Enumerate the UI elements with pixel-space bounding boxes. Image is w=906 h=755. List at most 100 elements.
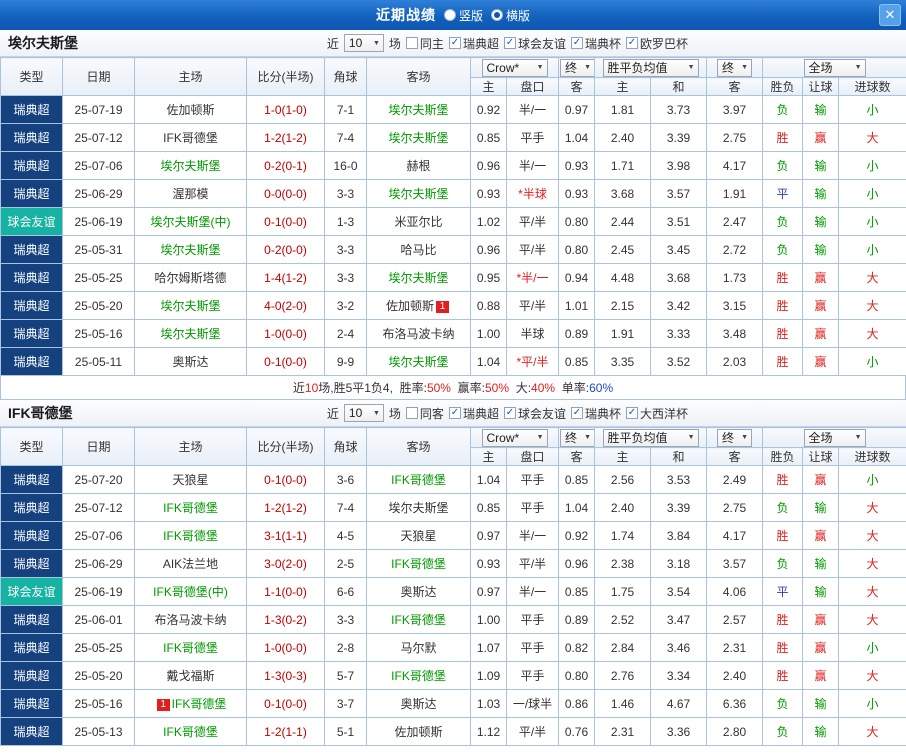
handicap-home-odds-cell: 1.12 <box>470 717 507 746</box>
league-filter-checkbox[interactable]: ✓ 瑞典杯 <box>570 35 621 52</box>
column-subheader: 盘口 <box>506 77 559 96</box>
date-cell: 25-06-29 <box>62 549 135 578</box>
match-row: 瑞典超 25-05-20 戴戈福斯 1-3(0-3) 5-7 IFK哥德堡 1.09 平手 0.… <box>0 661 906 690</box>
away-team-cell: IFK哥德堡 <box>366 549 471 578</box>
final-odds-select[interactable]: 终 ▼ <box>560 428 594 447</box>
checkbox-label: 欧罗巴杯 <box>639 36 688 51</box>
avg-draw-odds-cell: 3.46 <box>650 633 707 662</box>
bookmaker-select[interactable]: Crow* ▼ <box>481 58 548 77</box>
avg-draw-odds-cell: 3.39 <box>650 123 707 152</box>
bookmaker-select[interactable]: Crow* ▼ <box>481 428 548 447</box>
score-cell: 1-0(1-0) <box>246 95 325 124</box>
match-row: 球会友谊 25-06-19 埃尔夫斯堡(中) 0-1(0-0) 1-3 米亚尔比 1.02 平… <box>0 207 906 236</box>
home-team-name: 埃尔夫斯堡 <box>160 159 221 173</box>
column-subheader: 胜负 <box>762 447 803 466</box>
handicap-away-odds-cell: 0.80 <box>558 207 595 236</box>
league-filter-checkbox[interactable]: ✓ 欧罗巴杯 <box>625 35 688 52</box>
handicap-line-cell: *半/一 <box>506 263 559 292</box>
handicap-away-odds-cell: 0.97 <box>558 95 595 124</box>
handicap-home-odds-cell: 0.85 <box>470 493 507 522</box>
column-subheader: 让球 <box>802 77 839 96</box>
away-team-name: 布洛马波卡纳 <box>382 327 455 341</box>
recent-count-select[interactable]: 10 ▼ <box>343 34 384 52</box>
league-filter-checkbox[interactable]: ✓ 瑞典杯 <box>570 405 621 422</box>
avg-odds-header: 胜平负均值 ▼ <box>594 427 707 448</box>
handicap-home-odds-cell: 0.92 <box>470 95 507 124</box>
dropdown-arrow-icon: ▼ <box>687 434 695 441</box>
result-cell: 负 <box>762 493 803 522</box>
result-cell: 胜 <box>762 263 803 292</box>
handicap-home-odds-cell: 0.85 <box>470 123 507 152</box>
date-cell: 25-06-19 <box>62 207 135 236</box>
handicap-line-cell: 平/半 <box>506 717 559 746</box>
radio-unselected-icon <box>443 9 456 21</box>
league-filter-checkbox[interactable]: ✓ 大西洋杯 <box>625 405 688 422</box>
home-team-cell: 埃尔夫斯堡 <box>134 291 247 320</box>
checkbox-checked-icon: ✓ <box>448 407 461 419</box>
avg-home-odds-cell: 2.15 <box>594 291 651 320</box>
handicap-home-odds-cell: 1.04 <box>470 465 507 494</box>
home-team-cell: 天狼星 <box>134 465 247 494</box>
handicap-home-odds-cell: 0.93 <box>470 549 507 578</box>
final-odds-select[interactable]: 终 ▼ <box>560 58 594 77</box>
avg-draw-odds-cell: 3.57 <box>650 179 707 208</box>
home-team-cell: 戴戈福斯 <box>134 661 247 690</box>
team-name: 埃尔夫斯堡 <box>8 35 78 51</box>
handicap-line-cell: 半/一 <box>506 151 559 180</box>
league-filter-checkbox[interactable]: ✓ 瑞典超 <box>448 405 499 422</box>
scope-select[interactable]: 全场 ▼ <box>803 428 866 447</box>
away-team-cell: 佐加顿斯 1 <box>366 291 471 320</box>
home-team-cell: 埃尔夫斯堡 <box>134 235 247 264</box>
checkbox-label: 球会友谊 <box>517 36 566 51</box>
handicap-away-odds-cell: 0.96 <box>558 549 595 578</box>
result-cell: 负 <box>762 151 803 180</box>
handicap-line-cell: 平手 <box>506 123 559 152</box>
league-cell: 球会友谊 <box>0 577 63 606</box>
final-avg-select[interactable]: 终 ▼ <box>717 428 752 447</box>
recent-count-select[interactable]: 10 ▼ <box>343 404 384 422</box>
home-team-name: 佐加顿斯 <box>166 103 215 117</box>
same-venue-checkbox[interactable]: 同客 <box>405 405 444 422</box>
away-team-cell: 天狼星 <box>366 521 471 550</box>
layout-horizontal-radio[interactable]: 横版 <box>491 7 530 24</box>
match-row: 瑞典超 25-06-01 布洛马波卡纳 1-3(0-2) 3-3 IFK哥德堡 1.00 平手… <box>0 605 906 634</box>
scope-select[interactable]: 全场 ▼ <box>803 58 866 77</box>
column-header: 角球 <box>324 57 367 96</box>
scope-header: 全场 ▼ <box>761 427 906 448</box>
corner-cell: 2-8 <box>324 633 367 662</box>
column-subheader: 客 <box>558 77 595 96</box>
same-venue-checkbox[interactable]: 同主 <box>405 35 444 52</box>
home-team-cell: 布洛马波卡纳 <box>134 605 247 634</box>
corner-cell: 7-4 <box>324 493 367 522</box>
league-filter-checkbox[interactable]: ✓ 球会友谊 <box>503 35 566 52</box>
column-header: 日期 <box>62 57 135 96</box>
final-avg-select[interactable]: 终 ▼ <box>717 58 752 77</box>
date-cell: 25-05-13 <box>62 717 135 746</box>
avg-home-odds-cell: 2.40 <box>594 493 651 522</box>
scope-select-value: 全场 <box>808 431 833 445</box>
avg-away-odds-cell: 3.15 <box>706 291 763 320</box>
home-team-name: 埃尔夫斯堡(中) <box>150 215 231 229</box>
summary-row: 近10场,胜5平1负4, 胜率:50% 赢率:50% 大:40% 单率:60% <box>0 376 906 400</box>
league-filter-checkbox[interactable]: ✓ 球会友谊 <box>503 405 566 422</box>
handicap-result-cell: 赢 <box>802 465 839 494</box>
away-team-name: 埃尔夫斯堡 <box>388 131 449 145</box>
avg-home-odds-cell: 2.45 <box>594 235 651 264</box>
result-cell: 胜 <box>762 347 803 376</box>
close-button[interactable]: ✕ <box>879 4 901 26</box>
handicap-home-odds-cell: 1.03 <box>470 689 507 718</box>
layout-vertical-radio[interactable]: 竖版 <box>443 7 483 24</box>
corner-cell: 9-9 <box>324 347 367 376</box>
result-cell: 胜 <box>762 123 803 152</box>
handicap-line-cell: 平/半 <box>506 235 559 264</box>
result-cell: 胜 <box>762 661 803 690</box>
handicap-result-cell: 输 <box>802 179 839 208</box>
dropdown-arrow-icon: ▼ <box>536 64 544 71</box>
avg-away-odds-cell: 2.49 <box>706 465 763 494</box>
league-filter-checkbox[interactable]: ✓ 瑞典超 <box>448 35 499 52</box>
date-cell: 25-07-12 <box>62 493 135 522</box>
avg-odds-select[interactable]: 胜平负均值 ▼ <box>602 58 699 77</box>
handicap-line-cell: 平/半 <box>506 549 559 578</box>
avg-odds-select[interactable]: 胜平负均值 ▼ <box>602 428 699 447</box>
avg-away-odds-cell: 6.36 <box>706 689 763 718</box>
